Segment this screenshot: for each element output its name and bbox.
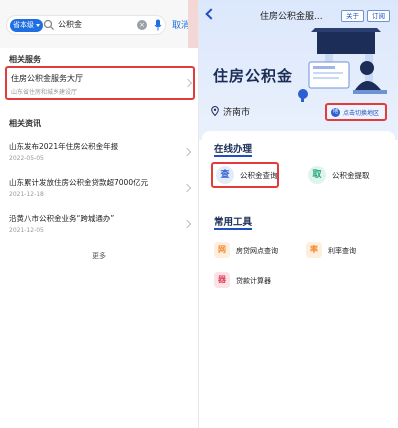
outlet-icon: 网	[214, 242, 230, 258]
withdraw-icon: 取	[308, 166, 326, 184]
news-heading: 相关资讯	[9, 119, 41, 128]
fund-query-button[interactable]: 查 公积金查询	[214, 164, 278, 186]
scope-selector[interactable]: 省本级	[10, 19, 43, 32]
page-title: 住房公积金服...	[260, 12, 323, 22]
more-link[interactable]: 更多	[92, 251, 106, 261]
caret-down-icon	[36, 23, 40, 27]
hero-title: 住房公积金	[213, 67, 294, 85]
housing-fund-panel: 住房公积金服... 关于 订阅 住房公积金 济南市 地 点击切换地区 在线办理 …	[199, 0, 398, 428]
clear-icon[interactable]: ×	[137, 20, 147, 30]
fund-withdraw-label: 公积金提取	[332, 171, 370, 180]
switch-region-button[interactable]: 地 点击切换地区	[325, 103, 387, 121]
loan-calculator-label: 贷款计算器	[236, 277, 271, 285]
hero-banner: 住房公积金服... 关于 订阅 住房公积金 济南市 地 点击切换地区	[199, 0, 398, 140]
tools-heading: 常用工具	[214, 217, 253, 228]
microphone-icon[interactable]	[154, 19, 162, 31]
search-bar: 省本级 公积金 × 取消	[0, 0, 198, 48]
loan-outlet-query-button[interactable]: 网 房贷网点查询	[214, 242, 298, 262]
chevron-right-icon	[182, 147, 192, 157]
hero-illustration	[298, 28, 387, 102]
subscribe-button[interactable]: 订阅	[367, 10, 390, 22]
chevron-right-icon	[183, 78, 193, 88]
fund-query-label: 公积金查询	[240, 171, 278, 180]
location-pin-icon	[211, 106, 219, 116]
news-title: 山东发布2021年住房公积金年报	[9, 142, 119, 151]
online-heading: 在线办理	[214, 144, 253, 155]
query-icon: 查	[216, 166, 234, 184]
loan-calculator-button[interactable]: 器 贷款计算器	[214, 272, 294, 292]
heading-underline	[214, 155, 252, 157]
scope-label: 省本级	[13, 21, 34, 29]
calculator-icon: 器	[214, 272, 230, 288]
search-results-panel: 省本级 公积金 × 取消 相关服务 住房公积金服务大厅 山东省住房和城乡建设厅 …	[0, 0, 198, 428]
search-icon	[43, 19, 54, 30]
city-name: 济南市	[223, 108, 251, 118]
news-title: 沿黄八市公积金业务“跨城通办”	[9, 214, 115, 223]
services-card: 在线办理 查 公积金查询 取 公积金提取 常用工具 网 房贷网点查询 率 利率查…	[202, 131, 395, 428]
decorative-stamp	[188, 0, 198, 48]
chevron-right-icon	[182, 183, 192, 193]
switch-region-label: 点击切换地区	[343, 110, 380, 117]
news-date: 2021-12-05	[9, 227, 44, 234]
rate-query-button[interactable]: 率 利率查询	[306, 242, 376, 262]
rate-query-label: 利率查询	[328, 247, 356, 255]
news-item[interactable]: 山东累计发放住房公积金贷款超7000亿元 2021-12-18	[0, 177, 198, 211]
location-row: 济南市 地 点击切换地区	[199, 103, 398, 121]
rate-icon: 率	[306, 242, 322, 258]
about-button[interactable]: 关于	[341, 10, 364, 22]
chevron-right-icon	[182, 219, 192, 229]
services-heading: 相关服务	[9, 55, 41, 64]
heading-underline	[214, 228, 252, 230]
service-provider: 山东省住房和城乡建设厅	[11, 89, 78, 96]
news-item[interactable]: 沿黄八市公积金业务“跨城通办” 2021-12-05	[0, 213, 198, 247]
search-input[interactable]: 省本级 公积金 ×	[6, 15, 166, 35]
back-arrow-icon[interactable]	[205, 8, 217, 20]
region-icon: 地	[331, 108, 340, 117]
service-hall-item[interactable]: 住房公积金服务大厅 山东省住房和城乡建设厅	[5, 66, 195, 100]
loan-outlet-query-label: 房贷网点查询	[236, 247, 278, 255]
news-item[interactable]: 山东发布2021年住房公积金年报 2022-05-05	[0, 141, 198, 175]
news-date: 2022-05-05	[9, 155, 44, 162]
service-name: 住房公积金服务大厅	[11, 74, 83, 83]
news-date: 2021-12-18	[9, 191, 44, 198]
search-query[interactable]: 公积金	[58, 16, 82, 34]
news-title: 山东累计发放住房公积金贷款超7000亿元	[9, 178, 149, 187]
fund-withdraw-button[interactable]: 取 公积金提取	[306, 164, 386, 186]
